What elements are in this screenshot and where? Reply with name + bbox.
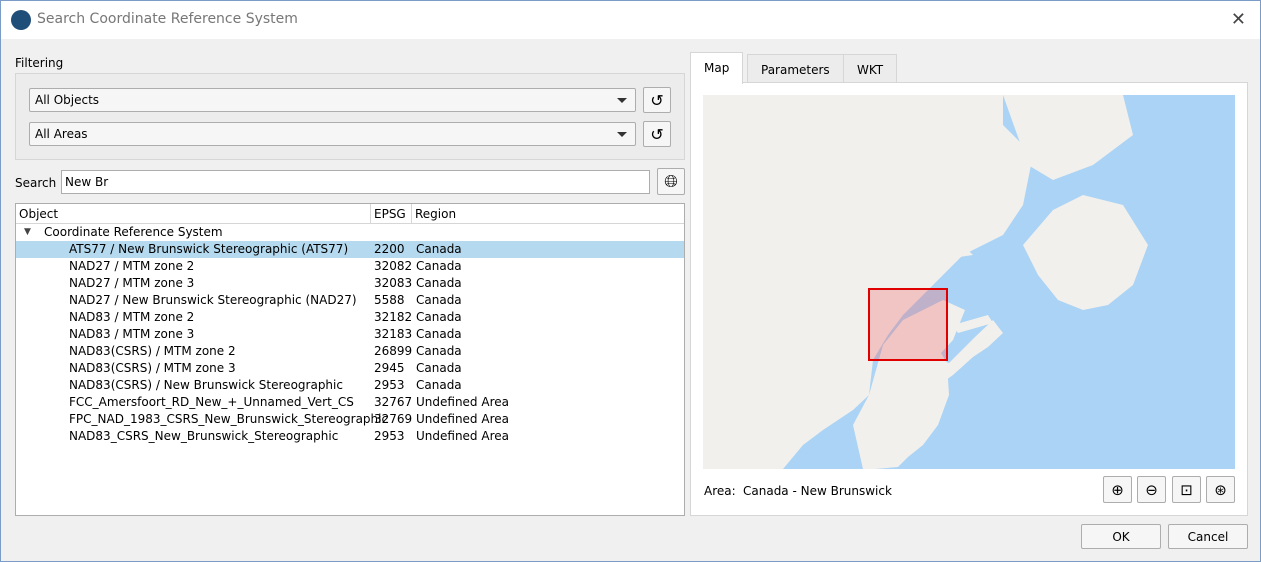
reset-icon: ↺ <box>650 90 664 110</box>
cell-region: Canada <box>416 361 462 375</box>
cell-object: NAD27 / MTM zone 3 <box>69 276 195 290</box>
crs-tree[interactable]: Object EPSG Region ▼ Coordinate Referenc… <box>15 203 685 516</box>
cell-epsg: 32182 <box>374 310 413 324</box>
zoom-selection-icon: ⊡ <box>1180 480 1193 499</box>
crs-extent-box <box>868 288 948 361</box>
table-row[interactable]: NAD83 / MTM zone 3 32183 Canada <box>16 326 684 343</box>
cell-epsg: 32767 <box>374 395 413 409</box>
reset-object-filter-button[interactable]: ↺ <box>643 87 671 113</box>
zoom-out-icon: ⊖ <box>1145 480 1158 499</box>
zoom-in-button[interactable]: ⊕ <box>1103 476 1132 503</box>
object-filter-value: All Objects <box>35 93 100 107</box>
tab-map[interactable]: Map <box>690 52 744 84</box>
area-filter-select[interactable]: All Areas <box>29 122 636 146</box>
cell-region: Canada <box>416 242 462 256</box>
table-row[interactable]: ATS77 / New Brunswick Stereographic (ATS… <box>16 241 684 258</box>
table-row[interactable]: NAD27 / MTM zone 3 32083 Canada <box>16 275 684 292</box>
cell-object: ATS77 / New Brunswick Stereographic (ATS… <box>69 242 349 256</box>
cell-epsg: 26899 <box>374 344 413 358</box>
globe-icon: 🌐︎ <box>664 171 678 192</box>
zoom-full-icon: ⊛ <box>1214 480 1227 499</box>
header-epsg[interactable]: EPSG <box>374 207 406 221</box>
globe-button[interactable]: 🌐︎ <box>657 168 685 195</box>
cell-epsg: 2945 <box>374 361 405 375</box>
search-label: Search <box>15 176 57 190</box>
cell-region: Canada <box>416 344 462 358</box>
filtering-label: Filtering <box>15 56 64 70</box>
group-label: Coordinate Reference System <box>44 225 223 239</box>
cell-region: Undefined Area <box>416 395 509 409</box>
tree-header: Object EPSG Region <box>16 204 684 224</box>
object-filter-select[interactable]: All Objects <box>29 88 636 112</box>
chevron-down-icon <box>617 132 627 137</box>
chevron-down-icon <box>617 98 627 103</box>
cell-epsg: 32769 <box>374 412 413 426</box>
cell-region: Undefined Area <box>416 412 509 426</box>
zoom-to-selection-button[interactable]: ⊡ <box>1172 476 1201 503</box>
window-title: Search Coordinate Reference System <box>37 11 298 27</box>
cell-region: Canada <box>416 378 462 392</box>
table-row[interactable]: NAD83(CSRS) / New Brunswick Stereographi… <box>16 377 684 394</box>
map-panel: Area: Canada - New Brunswick ⊕ ⊖ ⊡ ⊛ <box>690 82 1248 516</box>
ok-button[interactable]: OK <box>1081 524 1161 549</box>
table-row[interactable]: FCC_Amersfoort_RD_New_+_Unnamed_Vert_CS 3… <box>16 394 684 411</box>
title-bar: Search Coordinate Reference System ✕ <box>1 1 1260 39</box>
cell-region: Undefined Area <box>416 429 509 443</box>
tab-parameters[interactable]: Parameters <box>747 54 844 83</box>
cell-object: FPC_NAD_1983_CSRS_New_Brunswick_Stereogr… <box>69 412 389 426</box>
table-row[interactable]: NAD83_CSRS_New_Brunswick_Stereographic 29… <box>16 428 684 445</box>
cell-region: Canada <box>416 293 462 307</box>
zoom-out-button[interactable]: ⊖ <box>1137 476 1166 503</box>
cell-region: Canada <box>416 259 462 273</box>
cell-object: NAD27 / New Brunswick Stereographic (NAD… <box>69 293 357 307</box>
cell-epsg: 32082 <box>374 259 413 273</box>
app-logo-icon <box>11 10 31 30</box>
cell-region: Canada <box>416 310 462 324</box>
cell-epsg: 32183 <box>374 327 413 341</box>
search-input[interactable] <box>61 170 650 194</box>
cell-epsg: 32083 <box>374 276 413 290</box>
table-row[interactable]: FPC_NAD_1983_CSRS_New_Brunswick_Stereogr… <box>16 411 684 428</box>
cell-object: NAD83(CSRS) / New Brunswick Stereographi… <box>69 378 343 392</box>
cell-object: FCC_Amersfoort_RD_New_+_Unnamed_Vert_CS <box>69 395 354 409</box>
header-object[interactable]: Object <box>19 207 58 221</box>
table-row[interactable]: NAD27 / MTM zone 2 32082 Canada <box>16 258 684 275</box>
area-value: Canada - New Brunswick <box>743 484 892 498</box>
expand-arrow-icon[interactable]: ▼ <box>24 224 31 241</box>
cell-epsg: 2953 <box>374 429 405 443</box>
tab-wkt[interactable]: WKT <box>843 54 898 83</box>
table-row[interactable]: NAD83(CSRS) / MTM zone 3 2945 Canada <box>16 360 684 377</box>
cell-region: Canada <box>416 327 462 341</box>
cell-object: NAD83(CSRS) / MTM zone 2 <box>69 344 236 358</box>
filtering-group <box>15 73 685 160</box>
cancel-button[interactable]: Cancel <box>1168 524 1248 549</box>
table-row[interactable]: NAD83 / MTM zone 2 32182 Canada <box>16 309 684 326</box>
cell-epsg: 2953 <box>374 378 405 392</box>
cell-object: NAD83(CSRS) / MTM zone 3 <box>69 361 236 375</box>
close-icon[interactable]: ✕ <box>1231 9 1246 30</box>
header-region[interactable]: Region <box>415 207 456 221</box>
area-filter-value: All Areas <box>35 127 88 141</box>
tree-group-crs[interactable]: ▼ Coordinate Reference System <box>16 224 684 241</box>
table-row[interactable]: NAD27 / New Brunswick Stereographic (NAD… <box>16 292 684 309</box>
area-label: Area: <box>704 484 736 498</box>
table-row[interactable]: NAD83(CSRS) / MTM zone 2 26899 Canada <box>16 343 684 360</box>
cell-object: NAD83 / MTM zone 3 <box>69 327 195 341</box>
zoom-in-icon: ⊕ <box>1111 480 1124 499</box>
cell-object: NAD27 / MTM zone 2 <box>69 259 195 273</box>
cell-object: NAD83_CSRS_New_Brunswick_Stereographic <box>69 429 339 443</box>
reset-icon: ↺ <box>650 124 664 144</box>
cell-epsg: 5588 <box>374 293 405 307</box>
cell-object: NAD83 / MTM zone 2 <box>69 310 195 324</box>
zoom-full-button[interactable]: ⊛ <box>1206 476 1235 503</box>
extent-map[interactable] <box>703 95 1235 469</box>
reset-area-filter-button[interactable]: ↺ <box>643 121 671 147</box>
cell-region: Canada <box>416 276 462 290</box>
cell-epsg: 2200 <box>374 242 405 256</box>
